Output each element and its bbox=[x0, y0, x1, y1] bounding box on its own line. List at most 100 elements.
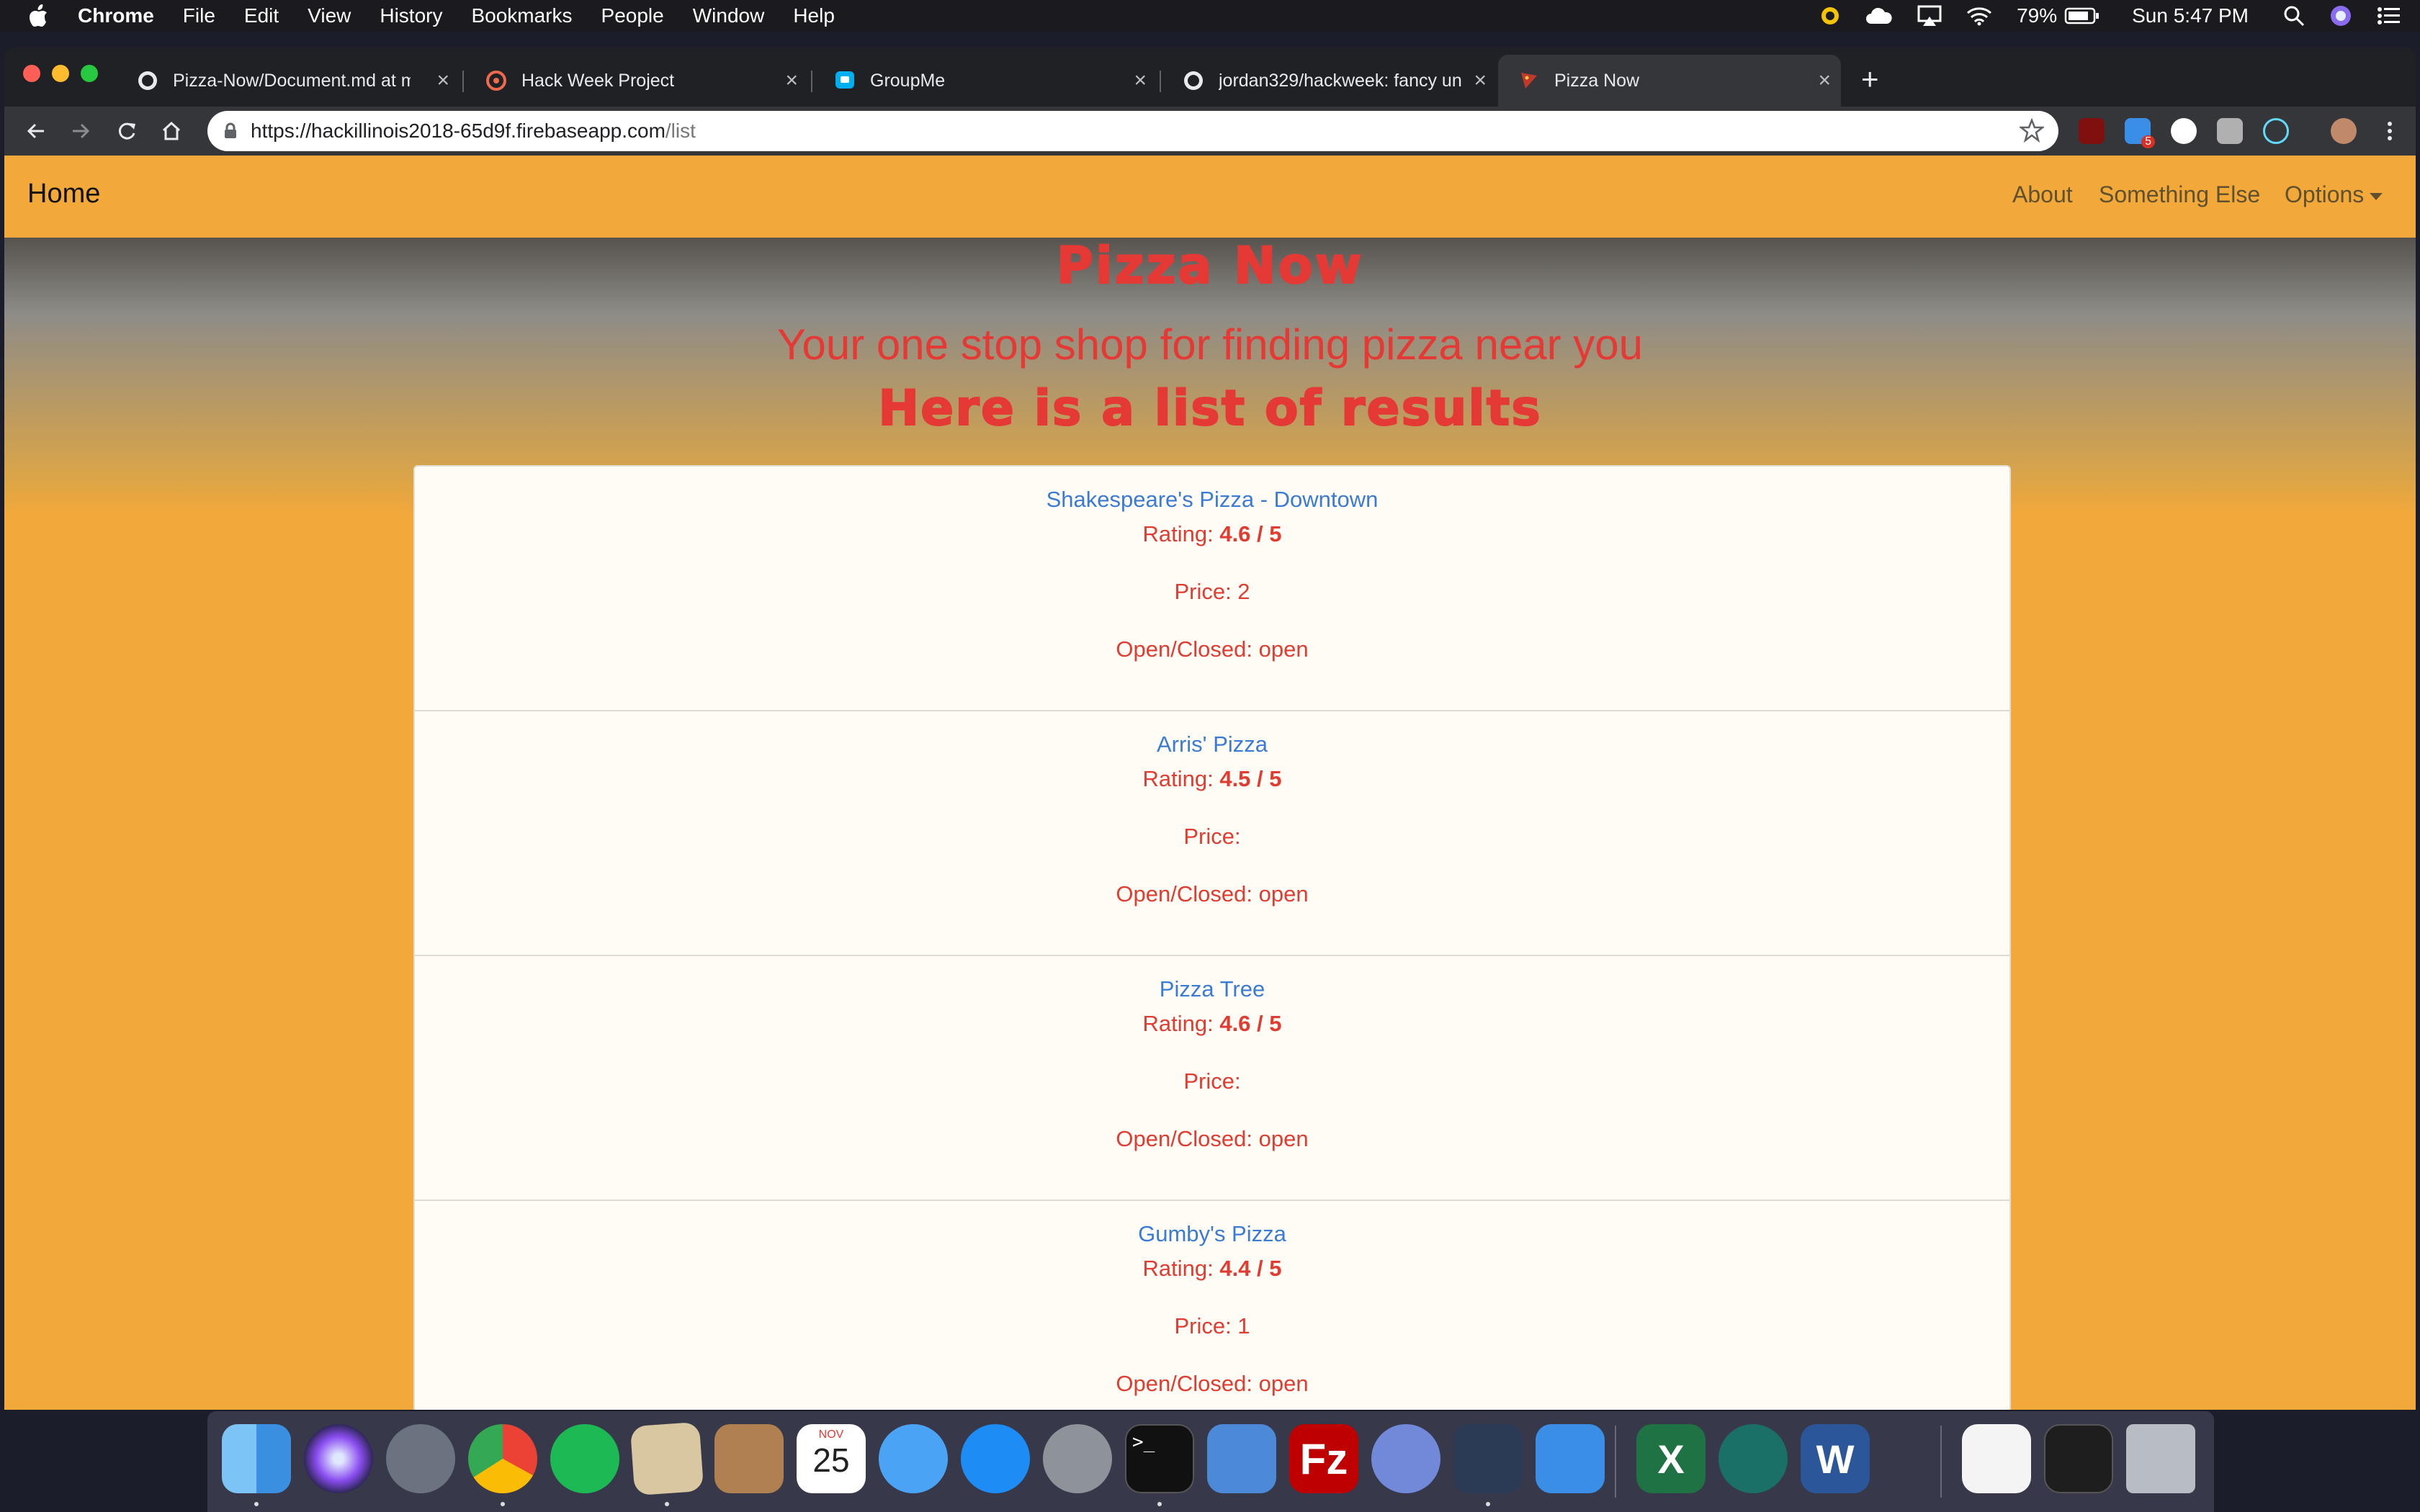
react-devtools-icon[interactable] bbox=[2263, 118, 2289, 144]
clock[interactable]: Sun 5:47 PM bbox=[2132, 4, 2249, 27]
discord-icon[interactable] bbox=[1371, 1424, 1440, 1493]
siri-icon[interactable] bbox=[2329, 4, 2352, 27]
rating-line: Rating: 4.5 / 5 bbox=[415, 766, 2009, 792]
list-item: Arris' Pizza Rating: 4.5 / 5 Price: Open… bbox=[415, 711, 2009, 956]
airplay-icon[interactable] bbox=[1917, 5, 1942, 27]
tab-title: GroupMe bbox=[870, 70, 946, 91]
tab-separator bbox=[1160, 71, 1161, 92]
contacts-icon[interactable] bbox=[714, 1424, 784, 1493]
rating-value: 4.5 / 5 bbox=[1219, 766, 1282, 791]
tab-jordan329-hackweek[interactable]: jordan329/hackweek: fancy un × bbox=[1162, 55, 1497, 107]
tab-pizza-now[interactable]: Pizza Now × bbox=[1498, 55, 1841, 107]
xcode-icon[interactable] bbox=[1207, 1424, 1276, 1493]
excel-icon[interactable]: X bbox=[1636, 1424, 1706, 1493]
maximize-window-button[interactable] bbox=[81, 65, 98, 82]
restaurant-name-link[interactable]: Pizza Tree bbox=[1160, 976, 1265, 1002]
more-menu-icon[interactable] bbox=[2374, 115, 2406, 147]
menu-view[interactable]: View bbox=[308, 4, 351, 27]
menu-bookmarks[interactable]: Bookmarks bbox=[471, 4, 572, 27]
font-extension-icon[interactable] bbox=[2217, 118, 2243, 144]
menu-people[interactable]: People bbox=[601, 4, 664, 27]
norton-icon[interactable] bbox=[1819, 5, 1841, 27]
options-dropdown[interactable]: Options bbox=[2285, 181, 2383, 208]
menu-chrome[interactable]: Chrome bbox=[78, 4, 154, 27]
finder-icon[interactable] bbox=[222, 1424, 291, 1493]
home-link[interactable]: Home bbox=[27, 179, 100, 210]
price-line: Price: 1 bbox=[1174, 1313, 1250, 1338]
back-icon[interactable] bbox=[20, 115, 52, 147]
about-link[interactable]: About bbox=[2012, 181, 2073, 208]
simulator-icon[interactable] bbox=[1536, 1424, 1605, 1493]
address-bar[interactable]: https://hackillinois2018-65d9f.firebasea… bbox=[207, 111, 2058, 151]
close-tab-icon[interactable]: × bbox=[785, 69, 798, 92]
word-icon[interactable]: W bbox=[1801, 1424, 1870, 1493]
bookmark-star-icon[interactable] bbox=[2018, 117, 2045, 148]
pizza-icon bbox=[1518, 70, 1540, 91]
something-else-link[interactable]: Something Else bbox=[2099, 181, 2260, 208]
messages-icon[interactable] bbox=[879, 1424, 948, 1493]
list-item: Pizza Tree Rating: 4.6 / 5 Price: Open/C… bbox=[415, 956, 2009, 1201]
ublock-extension-icon[interactable] bbox=[2079, 118, 2105, 144]
wifi-icon[interactable] bbox=[1966, 6, 1992, 26]
open-status: Open/Closed: open bbox=[1116, 636, 1309, 662]
screenshot-icon[interactable] bbox=[2044, 1424, 2113, 1493]
tab-groupme[interactable]: GroupMe × bbox=[814, 55, 1157, 107]
apple-logo-icon[interactable] bbox=[26, 4, 50, 28]
menu-edit[interactable]: Edit bbox=[244, 4, 279, 27]
tab-title: Pizza-Now/Document.md at m bbox=[173, 70, 411, 91]
filezilla-icon[interactable]: Fz bbox=[1289, 1424, 1358, 1493]
siri-icon[interactable] bbox=[304, 1424, 373, 1493]
tab-pizza-now-document[interactable]: Pizza-Now/Document.md at m × bbox=[117, 55, 460, 107]
spotify-icon[interactable] bbox=[550, 1424, 619, 1493]
groupme-icon bbox=[834, 70, 856, 91]
terminal-icon[interactable]: >_ bbox=[1125, 1424, 1194, 1493]
new-tab-button[interactable]: + bbox=[1861, 63, 1879, 95]
vscode-icon[interactable] bbox=[1453, 1424, 1523, 1493]
speedometer-extension-icon[interactable] bbox=[2171, 118, 2197, 144]
tab-hack-week-project[interactable]: Hack Week Project × bbox=[465, 55, 808, 107]
restaurant-name-link[interactable]: Shakespeare's Pizza - Downtown bbox=[1047, 487, 1379, 512]
forward-icon[interactable] bbox=[65, 115, 97, 147]
home-icon[interactable] bbox=[156, 115, 187, 147]
app-store-icon[interactable] bbox=[961, 1424, 1030, 1493]
restaurant-name-link[interactable]: Arris' Pizza bbox=[1157, 732, 1268, 757]
close-tab-icon[interactable]: × bbox=[1134, 69, 1147, 92]
close-window-button[interactable] bbox=[23, 65, 40, 82]
trash-icon[interactable] bbox=[2126, 1424, 2195, 1493]
running-indicator bbox=[501, 1502, 505, 1506]
profile-avatar[interactable] bbox=[2331, 118, 2357, 144]
menu-file[interactable]: File bbox=[183, 4, 215, 27]
page-subtitle: Your one stop shop for finding pizza nea… bbox=[777, 320, 1643, 369]
mail-icon[interactable] bbox=[629, 1421, 704, 1496]
rating-value: 4.4 / 5 bbox=[1219, 1256, 1282, 1281]
restaurant-name-link[interactable]: Gumby's Pizza bbox=[1138, 1221, 1286, 1246]
battery-percent: 79% bbox=[2017, 4, 2058, 27]
minimize-window-button[interactable] bbox=[52, 65, 69, 82]
todo-extension-icon[interactable]: 5 bbox=[2125, 118, 2155, 148]
gitkraken-icon[interactable] bbox=[1718, 1424, 1788, 1493]
system-preferences-icon[interactable] bbox=[1043, 1424, 1112, 1493]
reload-icon[interactable] bbox=[111, 115, 143, 147]
menu-history[interactable]: History bbox=[380, 4, 442, 27]
price-line: Price: bbox=[1183, 824, 1241, 849]
close-tab-icon[interactable]: × bbox=[1474, 69, 1487, 92]
site-navbar: Home About Something Else Options bbox=[4, 156, 2416, 238]
menu-help[interactable]: Help bbox=[793, 4, 835, 27]
preview-document-icon[interactable] bbox=[1962, 1424, 2031, 1493]
chrome-icon[interactable] bbox=[468, 1424, 537, 1493]
spotlight-search-icon[interactable] bbox=[2283, 5, 2305, 27]
battery-icon[interactable] bbox=[2064, 6, 2100, 25]
launchpad-icon[interactable] bbox=[386, 1424, 455, 1493]
rating-value: 4.6 / 5 bbox=[1219, 1011, 1282, 1036]
hackweek-icon bbox=[485, 70, 507, 91]
notification-center-icon[interactable] bbox=[2377, 6, 2400, 25]
close-tab-icon[interactable]: × bbox=[436, 69, 449, 92]
cloud-icon[interactable] bbox=[1865, 6, 1893, 25]
lock-icon[interactable] bbox=[223, 122, 238, 140]
open-status: Open/Closed: open bbox=[1116, 1126, 1309, 1151]
running-indicator bbox=[254, 1502, 259, 1506]
tab-separator bbox=[462, 71, 464, 92]
close-tab-icon[interactable]: × bbox=[1818, 69, 1831, 92]
calendar-icon[interactable]: NOV 25 bbox=[797, 1424, 866, 1493]
menu-window[interactable]: Window bbox=[693, 4, 765, 27]
